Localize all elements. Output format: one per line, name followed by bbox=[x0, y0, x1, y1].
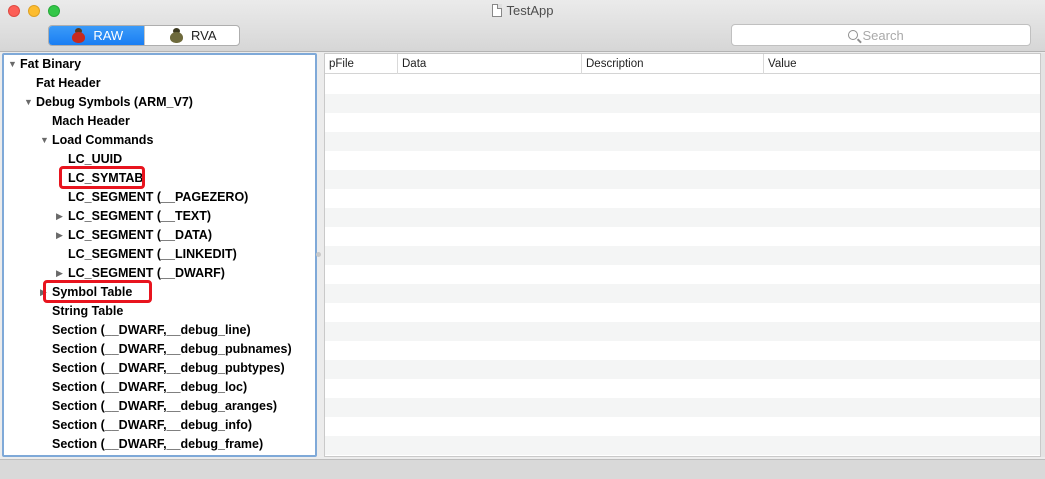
disclosure-collapsed-icon[interactable]: ▶ bbox=[56, 226, 66, 245]
outline-row[interactable]: LC_SYMTAB bbox=[4, 169, 315, 188]
disclosure-collapsed-icon[interactable]: ▶ bbox=[56, 264, 66, 283]
disclosure-collapsed-icon[interactable]: ▶ bbox=[40, 283, 50, 302]
outline-row[interactable]: ▶ LC_SEGMENT (__DATA) bbox=[4, 226, 315, 245]
split-divider-handle[interactable] bbox=[316, 252, 321, 257]
window-bottom-bar bbox=[0, 459, 1045, 479]
table-row[interactable] bbox=[325, 151, 1040, 170]
table-row[interactable] bbox=[325, 94, 1040, 113]
window-title: TestApp bbox=[506, 3, 554, 18]
table-row[interactable] bbox=[325, 246, 1040, 265]
outline-row-label: Section (__DWARF,__debug_pubtypes) bbox=[52, 361, 285, 375]
table-row[interactable] bbox=[325, 75, 1040, 94]
outline-row-label: Fat Header bbox=[36, 76, 101, 90]
outline-row-label: LC_SEGMENT (__DATA) bbox=[68, 228, 212, 242]
table-row[interactable] bbox=[325, 341, 1040, 360]
table-row[interactable] bbox=[325, 208, 1040, 227]
window-title-container: TestApp bbox=[0, 3, 1045, 19]
table-row[interactable] bbox=[325, 170, 1040, 189]
outline-row-label: LC_SEGMENT (__PAGEZERO) bbox=[68, 190, 249, 204]
outline-row[interactable]: LC_UUID bbox=[4, 150, 315, 169]
table-row[interactable] bbox=[325, 132, 1040, 151]
outline-row[interactable]: Section (__DWARF,__debug_loc) bbox=[4, 378, 315, 397]
outline-row[interactable]: Section (__DWARF,__debug_pubtypes) bbox=[4, 359, 315, 378]
outline-row[interactable]: ▶ LC_SEGMENT (__DWARF) bbox=[4, 264, 315, 283]
table-row[interactable] bbox=[325, 379, 1040, 398]
search-field[interactable] bbox=[731, 24, 1031, 46]
outline-row[interactable]: String Table bbox=[4, 302, 315, 321]
outline-row-label: Debug Symbols (ARM_V7) bbox=[36, 95, 193, 109]
table-row[interactable] bbox=[325, 113, 1040, 132]
disclosure-expanded-icon[interactable]: ▼ bbox=[8, 55, 18, 74]
window-titlebar: TestApp RAW RVA bbox=[0, 0, 1045, 52]
outline-row-label: Symbol Table bbox=[52, 285, 133, 299]
outline-row[interactable]: Mach Header bbox=[4, 112, 315, 131]
table-row[interactable] bbox=[325, 322, 1040, 341]
table-row[interactable] bbox=[325, 436, 1040, 455]
table-row[interactable] bbox=[325, 227, 1040, 246]
outline-row-label: Section (__DWARF,__debug_info) bbox=[52, 418, 253, 432]
outline-row-label: Section (__DWARF,__debug_loc) bbox=[52, 380, 248, 394]
outline-row[interactable]: Fat Header bbox=[4, 74, 315, 93]
table-header: pFile Data Description Value bbox=[325, 54, 1040, 74]
outline-row[interactable]: LC_SEGMENT (__LINKEDIT) bbox=[4, 245, 315, 264]
outline-row[interactable]: Section (__DWARF,__debug_frame) bbox=[4, 435, 315, 454]
table-row[interactable] bbox=[325, 284, 1040, 303]
outline-row[interactable]: Section (__DWARF,__debug_aranges) bbox=[4, 397, 315, 416]
outline-row[interactable]: ▼ Load Commands bbox=[4, 131, 315, 150]
outline-row-label: Load Commands bbox=[52, 133, 154, 147]
outline-row[interactable]: Section (__DWARF,__debug_line) bbox=[4, 321, 315, 340]
outline-row-label: LC_SEGMENT (__TEXT) bbox=[68, 209, 212, 223]
outline-row[interactable]: ▶ LC_SEGMENT (__TEXT) bbox=[4, 207, 315, 226]
outline-row[interactable]: Section (__DWARF,__debug_info) bbox=[4, 416, 315, 435]
raw-segment[interactable]: RAW bbox=[49, 26, 144, 45]
disclosure-expanded-icon[interactable]: ▼ bbox=[24, 93, 34, 112]
table-row[interactable] bbox=[325, 417, 1040, 436]
outline-row-label: Section (__DWARF,__debug_pubnames) bbox=[52, 342, 292, 356]
address-mode-segmented-control: RAW RVA bbox=[48, 25, 240, 46]
column-header[interactable]: pFile bbox=[325, 54, 397, 74]
outline-row-label: Mach Header bbox=[52, 114, 130, 128]
column-header[interactable]: Data bbox=[397, 54, 581, 74]
table-row[interactable] bbox=[325, 398, 1040, 417]
table-row[interactable] bbox=[325, 303, 1040, 322]
document-icon bbox=[491, 4, 502, 17]
vertical-scrollbar[interactable] bbox=[1041, 53, 1045, 457]
outline-row[interactable]: Section (__DWARF,__debug_pubnames) bbox=[4, 340, 315, 359]
rva-bug-icon bbox=[167, 27, 185, 44]
outline-view[interactable]: ▼ Fat Binary Fat Header ▼ Debug Symbols (ARM… bbox=[2, 53, 317, 457]
outline-row[interactable]: ▶ Symbol Table bbox=[4, 283, 315, 302]
table-row[interactable] bbox=[325, 265, 1040, 284]
outline-row-label: Section (__DWARF,__debug_aranges) bbox=[52, 399, 278, 413]
disclosure-expanded-icon[interactable]: ▼ bbox=[40, 131, 50, 150]
outline-row-label: Fat Binary bbox=[20, 57, 82, 71]
outline-row-label: Section (__DWARF,__debug_line) bbox=[52, 323, 251, 337]
outline-row-label: LC_SEGMENT (__DWARF) bbox=[68, 266, 225, 280]
outline-row-label: LC_SYMTAB bbox=[68, 171, 144, 185]
table-row[interactable] bbox=[325, 189, 1040, 208]
column-header[interactable]: Value bbox=[763, 54, 1040, 74]
raw-bug-icon bbox=[69, 27, 87, 44]
table-row[interactable] bbox=[325, 360, 1040, 379]
search-icon bbox=[847, 30, 858, 40]
outline-row[interactable]: ▼ Fat Binary bbox=[4, 55, 315, 74]
outline-row-label: LC_SEGMENT (__LINKEDIT) bbox=[68, 247, 237, 261]
outline-row-label: Section (__DWARF,__debug_frame) bbox=[52, 437, 264, 451]
rva-segment[interactable]: RVA bbox=[143, 26, 240, 45]
raw-segment-label: RAW bbox=[93, 28, 124, 43]
detail-table[interactable]: pFile Data Description Value bbox=[324, 53, 1041, 457]
column-header[interactable]: Description bbox=[581, 54, 763, 74]
outline-row-label: String Table bbox=[52, 304, 124, 318]
outline-row[interactable]: ▼ Debug Symbols (ARM_V7) bbox=[4, 93, 315, 112]
disclosure-collapsed-icon[interactable]: ▶ bbox=[56, 207, 66, 226]
outline-row[interactable]: LC_SEGMENT (__PAGEZERO) bbox=[4, 188, 315, 207]
outline-row-label: LC_UUID bbox=[68, 152, 123, 166]
rva-segment-label: RVA bbox=[190, 28, 217, 43]
search-input[interactable] bbox=[862, 27, 915, 43]
